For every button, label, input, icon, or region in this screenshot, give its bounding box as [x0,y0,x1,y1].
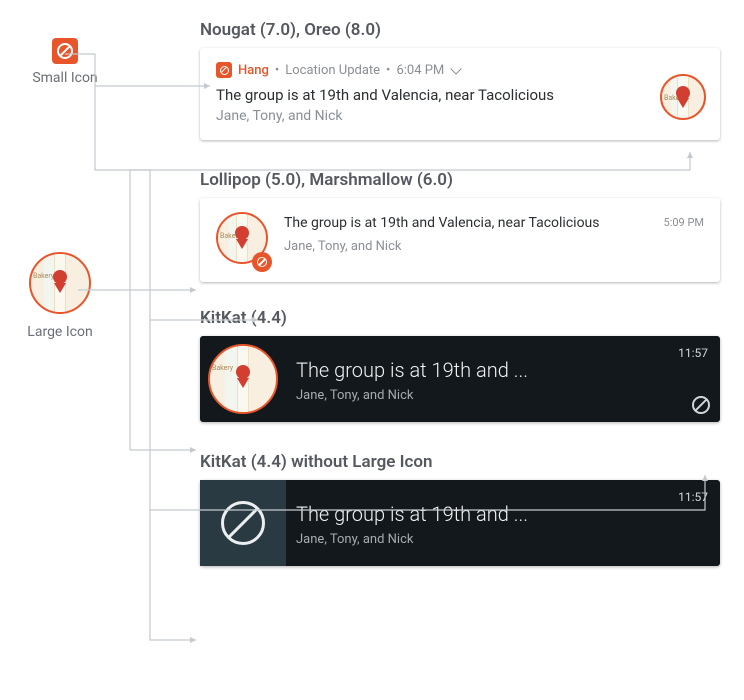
no-symbol-icon [220,66,229,75]
small-icon-reference: Small Icon [20,38,110,86]
notification-text-block: The group is at 19th and Valencia, near … [284,212,648,254]
header-time: 6:04 PM [396,63,444,78]
notification-card-lollipop[interactable]: Bakery The group is at 19th and Valencia… [200,198,720,282]
bakery-label: Bakery [212,364,233,372]
app-name: Hang [238,63,269,78]
notification-time: 11:57 [678,490,708,504]
large-icon-label: Large Icon [10,324,110,340]
notification-large-icon: Bakery [660,74,706,124]
map-pin-icon [236,365,250,379]
small-icon-label: Small Icon [20,70,110,86]
small-icon-badge [252,252,272,272]
notification-subtitle: Jane, Tony, and Nick [216,108,704,124]
notification-card-kitkat-nolarge[interactable]: The group is at 19th and ... Jane, Tony,… [200,480,720,566]
notification-large-icon: Bakery [216,212,268,268]
notification-time: 11:57 [678,346,708,360]
large-icon-reference: Bakery Large Icon [10,252,110,340]
no-symbol-icon [57,43,73,59]
notification-body: The group is at 19th and ... Jane, Tony,… [286,480,720,566]
notification-subtitle: Jane, Tony, and Nick [296,388,708,403]
section-heading-lollipop: Lollipop (5.0), Marshmallow (6.0) [0,170,744,190]
notification-card-nougat[interactable]: Hang • Location Update • 6:04 PM The gro… [200,48,720,140]
map-icon: Bakery [208,344,278,414]
notification-subtitle: Jane, Tony, and Nick [284,239,648,254]
small-icon-corner [692,396,710,414]
notification-card-kitkat[interactable]: Bakery The group is at 19th and ... Jane… [200,336,720,422]
section-heading-nougat: Nougat (7.0), Oreo (8.0) [0,20,744,40]
no-symbol-icon [257,257,267,267]
map-icon: Bakery [660,74,706,120]
no-symbol-icon [221,501,265,545]
map-pin-icon [676,86,690,100]
chevron-down-icon[interactable] [451,63,462,74]
notification-title: The group is at 19th and ... [296,502,708,526]
map-pin-icon [53,270,67,284]
header-category: Location Update [285,63,380,78]
notification-time: 5:09 PM [664,212,704,229]
app-small-icon [216,62,232,78]
section-heading-kitkat: KitKat (4.4) [0,308,744,328]
bakery-label: Bakery [33,272,54,280]
notification-body: The group is at 19th and ... Jane, Tony,… [286,336,720,422]
notification-title: The group is at 19th and Valencia, near … [216,86,704,104]
separator-dot: • [275,63,279,78]
separator-dot: • [386,63,390,78]
notification-title: The group is at 19th and Valencia, near … [284,214,648,233]
notification-title: The group is at 19th and ... [296,358,708,382]
notification-header: Hang • Location Update • 6:04 PM [216,62,704,78]
large-icon: Bakery [29,252,91,314]
small-icon [52,38,78,64]
notification-small-icon-slot [200,480,286,566]
notification-large-icon: Bakery [200,336,286,422]
section-heading-kitkat-nolarge: KitKat (4.4) without Large Icon [0,452,744,472]
notification-subtitle: Jane, Tony, and Nick [296,532,708,547]
map-pin-icon [235,226,249,240]
